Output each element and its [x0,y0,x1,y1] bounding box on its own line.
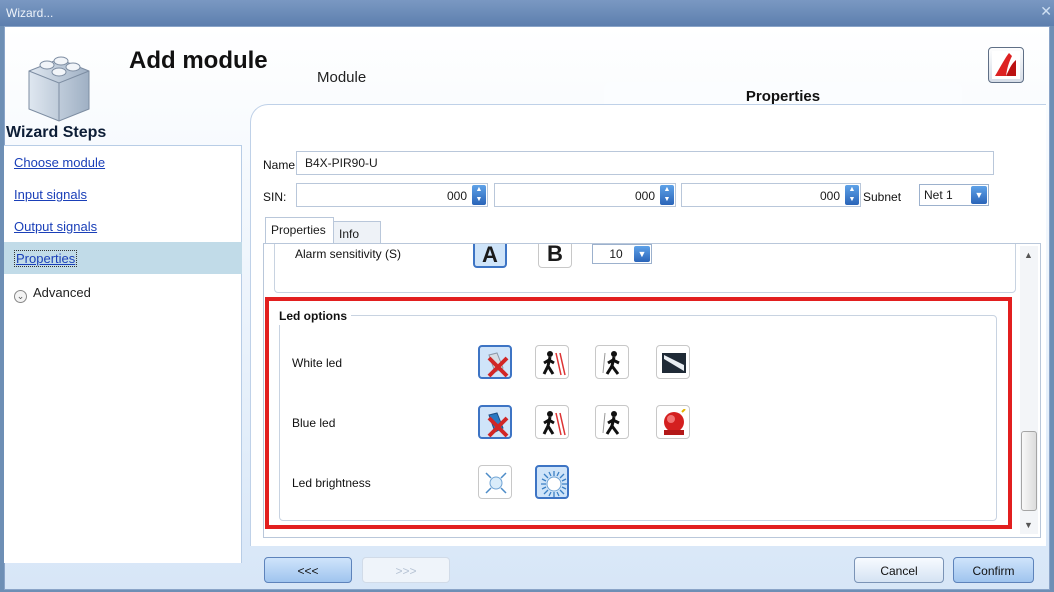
spin-arrows-icon[interactable]: ▲ ▼ [845,185,859,205]
blue-led-motion-button[interactable] [595,405,629,439]
led-brightness-high-button[interactable] [535,465,569,499]
sidebar-item-advanced[interactable]: ⌄ Advanced [4,277,242,307]
alarm-sensitivity-value: 10 [609,247,623,261]
chevron-down-icon: ▼ [634,246,650,262]
name-field[interactable]: B4X-PIR90-U [296,151,994,175]
sin-value-3: 000 [819,189,840,203]
person-motion-icon [542,351,566,376]
tab-properties[interactable]: Properties [265,217,334,243]
spin-arrows-icon[interactable]: ▲ ▼ [472,185,486,205]
person-walking-icon [602,351,620,375]
white-led-light-button[interactable] [656,345,690,379]
blue-led-alarm-button[interactable] [656,405,690,439]
led-off-icon [487,412,509,438]
sin-field-2[interactable]: 000 ▲ ▼ [494,183,676,207]
sidebar-item-label: Output signals [14,219,98,234]
sin-value-2: 000 [634,189,655,203]
sidebar-item-label: Properties [14,250,78,267]
close-icon[interactable]: ✕ [1040,3,1052,20]
white-led-label: White led [292,356,343,370]
alarm-option-a-button[interactable]: A [473,244,507,268]
sin-label: SIN: [263,190,287,204]
wizard-steps-title: Wizard Steps [6,124,107,141]
spin-arrows-icon[interactable]: ▲ ▼ [660,185,674,205]
cancel-button[interactable]: Cancel [854,557,944,583]
sidebar-item-label: Choose module [14,155,106,170]
confirm-button[interactable]: Confirm [953,557,1034,583]
tab-info[interactable]: Info [333,221,381,245]
sin-field-1[interactable]: 000 ▲ ▼ [296,183,488,207]
pdf-icon [992,51,1020,79]
led-brightness-low-button[interactable] [478,465,512,499]
led-options-highlight [265,297,1012,529]
window-titlebar: Wizard... ✕ [0,0,1054,26]
blue-led-label: Blue led [292,416,336,430]
pdf-export-button[interactable] [988,47,1024,83]
sidebar-item-label: Advanced [33,285,91,300]
window-title: Wizard... [6,6,54,20]
name-label: Name [263,158,296,172]
back-button[interactable]: <<< [264,557,352,583]
chevron-down-icon: ▼ [971,186,987,204]
sidebar-item-choose-module[interactable]: Choose module [4,146,242,178]
page-title: Add module [129,47,268,74]
vertical-scrollbar[interactable]: ▲ ▼ [1020,246,1038,534]
scrollbar-thumb[interactable] [1021,431,1037,511]
alarm-option-b-button[interactable]: B [538,244,572,268]
person-walking-icon [602,411,620,435]
scroll-down-icon[interactable]: ▼ [1024,520,1033,530]
light-beam-icon [662,353,686,373]
next-button[interactable]: >>> [362,557,450,583]
module-block-icon [28,56,90,122]
sin-field-3[interactable]: 000 ▲ ▼ [681,183,861,207]
chevron-down-icon: ⌄ [14,290,27,303]
sidebar-item-input-signals[interactable]: Input signals [4,178,242,210]
blue-led-motion-walk-button[interactable] [535,405,569,439]
wizard-steps-sidebar: Choose module Input signals Output signa… [4,145,242,563]
white-led-off-button[interactable] [478,345,512,379]
sidebar-item-label: Input signals [14,187,87,202]
page-subtitle: Module [317,69,367,86]
sin-value-1: 000 [446,189,467,203]
led-options-group [279,315,997,521]
alarm-sensitivity-label: Alarm sensitivity (S) [295,247,402,261]
white-led-motion-button[interactable] [595,345,629,379]
subnet-label: Subnet [863,190,902,204]
sidebar-item-output-signals[interactable]: Output signals [4,210,242,242]
led-options-legend: Led options [275,307,351,325]
alarm-bell-icon [664,409,686,435]
brightness-high-icon [541,471,567,497]
subnet-select[interactable]: Net 1 ▼ [919,184,989,206]
white-led-motion-walk-button[interactable] [535,345,569,379]
sidebar-item-properties[interactable]: Properties [4,242,242,274]
led-off-icon [487,352,509,378]
brightness-low-icon [485,472,507,494]
scroll-up-icon[interactable]: ▲ [1024,250,1033,260]
subnet-value: Net 1 [924,188,953,202]
alarm-sensitivity-select[interactable]: 10 ▼ [592,244,652,264]
blue-led-off-button[interactable] [478,405,512,439]
person-motion-icon [542,411,566,436]
led-brightness-label: Led brightness [292,476,371,490]
